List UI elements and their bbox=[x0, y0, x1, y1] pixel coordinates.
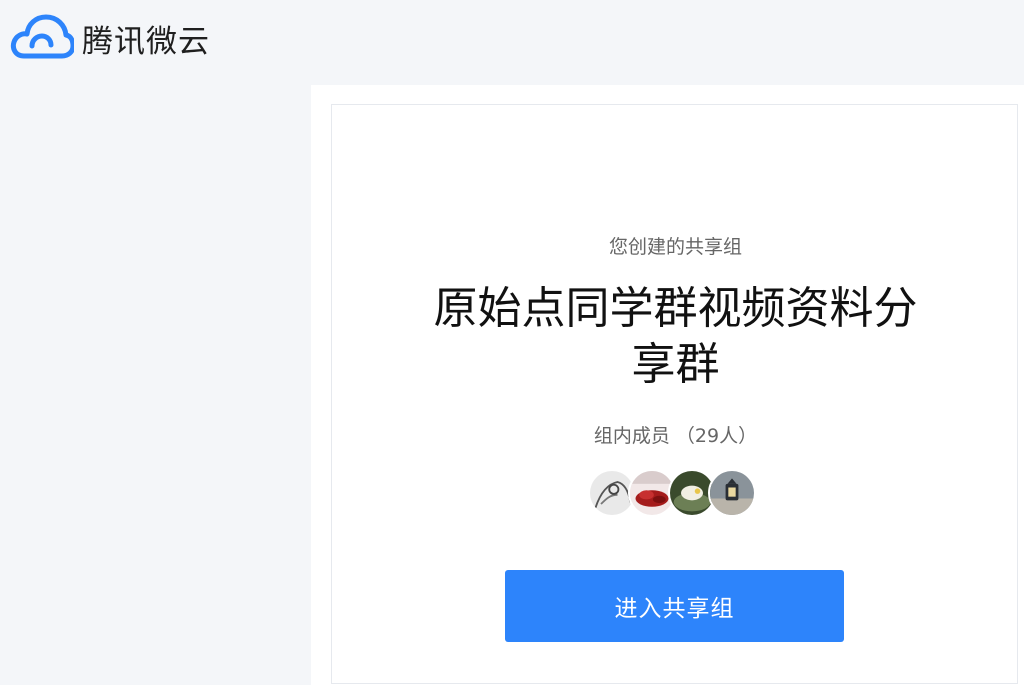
cloud-icon bbox=[10, 14, 74, 59]
header: 腾讯微云 bbox=[0, 0, 1024, 80]
member-count: 组内成员 （29人） bbox=[593, 425, 758, 447]
weiyun-logo[interactable]: 腾讯微云 bbox=[10, 12, 210, 64]
member-avatars bbox=[588, 469, 756, 517]
member-avatar-4 bbox=[708, 469, 756, 517]
group-subtitle: 您创建的共享组 bbox=[608, 236, 742, 258]
logo-text: 腾讯微云 bbox=[82, 23, 210, 60]
enter-group-button[interactable]: 进入共享组 bbox=[505, 570, 844, 642]
share-group-card: 您创建的共享组 原始点同学群视频资料分享群 组内成员 （29人） 进入共享组 bbox=[331, 104, 1018, 684]
group-name: 原始点同学群视频资料分享群 bbox=[433, 283, 918, 390]
